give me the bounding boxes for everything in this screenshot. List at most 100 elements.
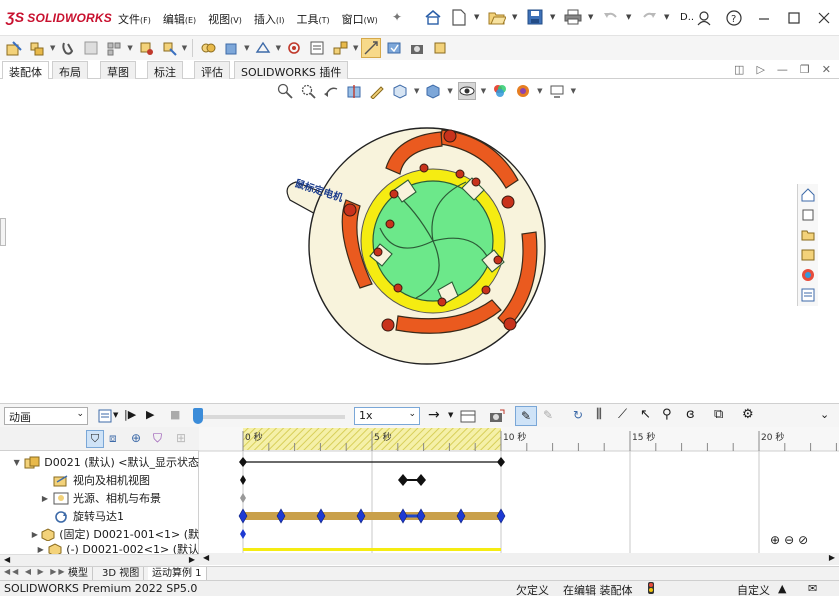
move-component-icon[interactable] (159, 38, 179, 58)
gravity-icon[interactable]: ɞ (686, 407, 695, 422)
rotor-assembly-model[interactable]: 鼠标定电机 (276, 120, 546, 370)
new-motion-study-icon[interactable] (284, 38, 304, 58)
mate-icon[interactable] (58, 38, 78, 58)
menu-view[interactable]: 视图(V) (208, 11, 242, 27)
redo-dropdown-icon[interactable]: ▼ (664, 13, 672, 21)
apply-scene-icon[interactable] (514, 82, 532, 100)
minimize-icon[interactable] (749, 0, 779, 36)
hide-show-items-icon[interactable] (457, 82, 476, 100)
exploded-dropdown-icon[interactable]: ▼ (353, 44, 358, 52)
zoom-to-area-icon[interactable] (299, 82, 317, 100)
show-hidden-components-icon[interactable] (198, 38, 218, 58)
doc-minimize-icon[interactable]: — (777, 63, 788, 76)
keyframe-motor[interactable] (456, 508, 466, 524)
keyframe-motor[interactable] (496, 508, 506, 524)
undo-dropdown-icon[interactable]: ▼ (626, 13, 634, 21)
assembly-features-icon[interactable] (221, 38, 241, 58)
take-snapshot-icon[interactable] (407, 38, 427, 58)
view-settings-icon[interactable] (548, 82, 566, 100)
timeline-grid[interactable]: 0 秒 5 秒 10 秒 15 秒 20 秒 (199, 427, 839, 567)
scroll-left-icon[interactable]: ◀ (203, 553, 209, 562)
update-speedpak-icon[interactable] (384, 38, 404, 58)
doc-restore-icon[interactable]: ❐ (800, 63, 810, 76)
tab-scroll-left-icon[interactable]: ◫ (734, 63, 744, 76)
insert-components-icon[interactable] (27, 38, 47, 58)
open-folder-icon[interactable] (486, 6, 508, 28)
timeline-horizontal-scrollbar[interactable]: ◀ ▶ (199, 553, 839, 565)
menu-insert[interactable]: 插入(I) (254, 11, 285, 27)
design-library-icon[interactable] (800, 206, 817, 223)
menu-tools[interactable]: 工具(T) (296, 11, 329, 27)
save-animation-icon[interactable] (460, 409, 476, 423)
scroll-right-icon[interactable]: ▶ (829, 553, 835, 562)
display-style-icon[interactable] (424, 82, 442, 100)
spring-icon[interactable]: ⫼ (596, 407, 602, 422)
filter-selected-icon[interactable]: ⊕ (131, 431, 141, 445)
rebuild-indicator-icon[interactable] (646, 582, 656, 596)
play-from-start-icon[interactable]: |▶ (124, 408, 136, 421)
edit-appearance-icon[interactable] (491, 82, 509, 100)
keyframe-motor[interactable] (276, 508, 286, 524)
calculate-dropdown-icon[interactable]: ▼ (113, 411, 118, 419)
question-icon[interactable]: ? (719, 0, 749, 36)
keyframe-lights[interactable] (240, 493, 246, 503)
motion-study-properties-icon[interactable]: ⚙ (742, 407, 754, 422)
play-icon[interactable]: ▶ (146, 408, 154, 421)
tab-evaluate[interactable]: 评估 (194, 61, 230, 79)
keyframe-part[interactable] (240, 529, 246, 539)
exploded-view-icon[interactable] (330, 38, 350, 58)
tab-markup[interactable]: 标注 (147, 61, 183, 79)
add-update-key-icon[interactable]: ✎ (543, 408, 553, 422)
help-popup-icon[interactable]: ✉ (808, 582, 817, 595)
view-orientation-dropdown-icon[interactable]: ▼ (414, 87, 419, 95)
tree-item-rotary-motor[interactable]: 旋转马达1 (0, 507, 199, 525)
units-system[interactable]: 自定义 (737, 582, 770, 596)
tab-motion-study-1[interactable]: 运动算例 1 (148, 567, 207, 581)
save-dropdown-icon[interactable]: ▼ (550, 13, 558, 21)
menu-file[interactable]: 文件(F) (118, 11, 151, 27)
tab-solidworks-addins[interactable]: SOLIDWORKS 插件 (234, 61, 349, 79)
close-icon[interactable] (809, 0, 839, 36)
tab-layout[interactable]: 布局 (52, 61, 88, 79)
results-and-plots-icon[interactable]: ⧉ (714, 407, 723, 422)
playback-slider-thumb[interactable] (193, 408, 203, 424)
menu-window[interactable]: 窗口(W) (342, 11, 378, 27)
zoom-out-timeline-icon[interactable]: ⊘ (798, 533, 808, 547)
tab-model[interactable]: 模型 (64, 567, 93, 581)
keyframe-view[interactable] (398, 474, 408, 486)
expand-toggle[interactable]: ▶ (34, 545, 47, 554)
filter-results-icon[interactable]: ⛉ (153, 431, 162, 446)
dynamic-annotation-icon[interactable] (368, 82, 386, 100)
bill-of-materials-icon[interactable] (307, 38, 327, 58)
custom-properties-icon[interactable] (800, 286, 817, 303)
solidworks-logo[interactable]: ƷS SOLIDWORKS (6, 9, 112, 25)
keyframe-motor[interactable] (416, 508, 426, 524)
keyframe-motor[interactable] (356, 508, 366, 524)
expand-toggle[interactable]: ▶ (29, 530, 40, 539)
keyframe-motor[interactable] (398, 508, 408, 524)
expand-toggle[interactable]: ▶ (38, 494, 52, 503)
calculate-icon[interactable] (98, 409, 112, 423)
open-dropdown-icon[interactable]: ▼ (512, 13, 520, 21)
zoom-in-timeline-icon[interactable]: ⊕ (770, 533, 780, 547)
edit-component-icon[interactable] (4, 38, 24, 58)
linear-pattern-icon[interactable] (104, 38, 124, 58)
filter-driving-icon[interactable]: ⧈ (109, 431, 117, 446)
keyframe-motor[interactable] (238, 508, 248, 524)
tree-item-part-001[interactable]: ▶ (固定) D0021-001<1> (默 (0, 525, 199, 543)
new-dropdown-icon[interactable]: ▼ (474, 13, 482, 21)
section-view-icon[interactable] (345, 82, 363, 100)
redo-icon[interactable] (638, 6, 660, 28)
autokey-icon[interactable]: ✎ (515, 406, 537, 426)
tab-assembly[interactable]: 装配体 (2, 61, 49, 79)
scroll-left-icon[interactable]: ◀ (4, 555, 10, 564)
component-preview-icon[interactable] (81, 38, 101, 58)
force-icon[interactable]: ↖ (640, 407, 651, 422)
scene-dropdown-icon[interactable]: ▼ (537, 87, 542, 95)
filter-options-icon[interactable]: ⊞ (176, 431, 186, 445)
solidworks-resources-icon[interactable] (800, 186, 817, 203)
print-icon[interactable] (562, 6, 584, 28)
keyframe-motor[interactable] (316, 508, 326, 524)
tree-item-lights[interactable]: ▶ 光源、相机与布景 (0, 489, 199, 507)
view-palette-icon[interactable] (800, 246, 817, 263)
